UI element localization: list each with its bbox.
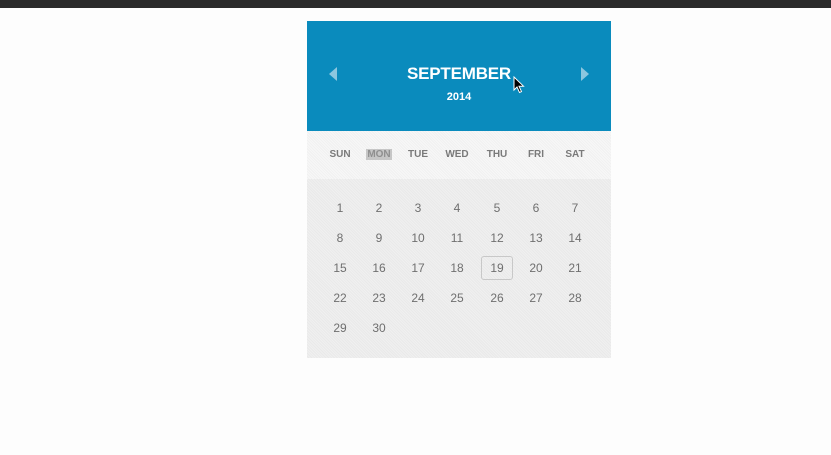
day-cell[interactable]: 16 [363, 256, 395, 280]
mouse-pointer-icon [513, 76, 525, 94]
month-title[interactable]: SEPTEMBER [307, 64, 611, 84]
weekday-header-row: SUN MON TUE WED THU FRI SAT [307, 131, 611, 179]
weekday-label: SUN [329, 149, 351, 160]
day-cell[interactable]: 17 [402, 256, 434, 280]
day-cell[interactable]: 14 [559, 226, 591, 250]
day-cell[interactable]: 18 [441, 256, 473, 280]
weekday-label: MON [366, 149, 392, 160]
weekday-label: TUE [408, 149, 428, 160]
calendar-header: SEPTEMBER 2014 [307, 21, 611, 131]
day-cell[interactable]: 2 [363, 196, 395, 220]
day-cell[interactable]: 4 [441, 196, 473, 220]
day-cell[interactable]: 10 [402, 226, 434, 250]
day-cell[interactable]: 7 [559, 196, 591, 220]
day-cell[interactable]: 28 [559, 286, 591, 310]
day-cell[interactable]: 20 [520, 256, 552, 280]
weekday-label: SAT [565, 149, 585, 160]
day-cell[interactable]: 1 [324, 196, 356, 220]
day-cell[interactable]: 3 [402, 196, 434, 220]
day-cell-today[interactable]: 19 [481, 256, 513, 280]
day-cell[interactable]: 23 [363, 286, 395, 310]
day-cell[interactable]: 15 [324, 256, 356, 280]
day-cell[interactable]: 6 [520, 196, 552, 220]
day-cell[interactable]: 30 [363, 316, 395, 340]
weekday-label: WED [445, 149, 469, 160]
weekday-fri: FRI [516, 149, 556, 160]
weekday-label: THU [486, 149, 508, 160]
day-cell[interactable]: 12 [481, 226, 513, 250]
day-cell[interactable]: 11 [441, 226, 473, 250]
days-grid: 1 2 3 4 5 6 7 8 9 10 11 12 13 14 15 16 17 18 19 20 21 22 23 24 2… [307, 179, 611, 358]
weekday-thu: THU [477, 149, 517, 160]
day-cell[interactable]: 13 [520, 226, 552, 250]
day-cell[interactable]: 21 [559, 256, 591, 280]
day-cell[interactable]: 26 [481, 286, 513, 310]
day-cell[interactable]: 5 [481, 196, 513, 220]
day-cell[interactable]: 27 [520, 286, 552, 310]
day-cell[interactable]: 24 [402, 286, 434, 310]
calendar-widget: SEPTEMBER 2014 SUN MON TUE WED THU FRI SAT 123… [307, 21, 611, 358]
weekday-sun: SUN [320, 149, 360, 160]
year-title: 2014 [446, 91, 472, 103]
day-cell[interactable]: 25 [441, 286, 473, 310]
weekday-wed: WED [437, 149, 477, 160]
weekday-label: FRI [527, 149, 545, 160]
day-cell[interactable]: 22 [324, 286, 356, 310]
next-month-icon[interactable] [581, 67, 589, 81]
day-cell[interactable]: 29 [324, 316, 356, 340]
weekday-mon: MON [359, 149, 399, 160]
weekday-sat: SAT [555, 149, 595, 160]
weekday-tue: TUE [398, 149, 438, 160]
day-cell[interactable]: 8 [324, 226, 356, 250]
day-cell[interactable]: 9 [363, 226, 395, 250]
browser-top-bar [0, 0, 831, 8]
